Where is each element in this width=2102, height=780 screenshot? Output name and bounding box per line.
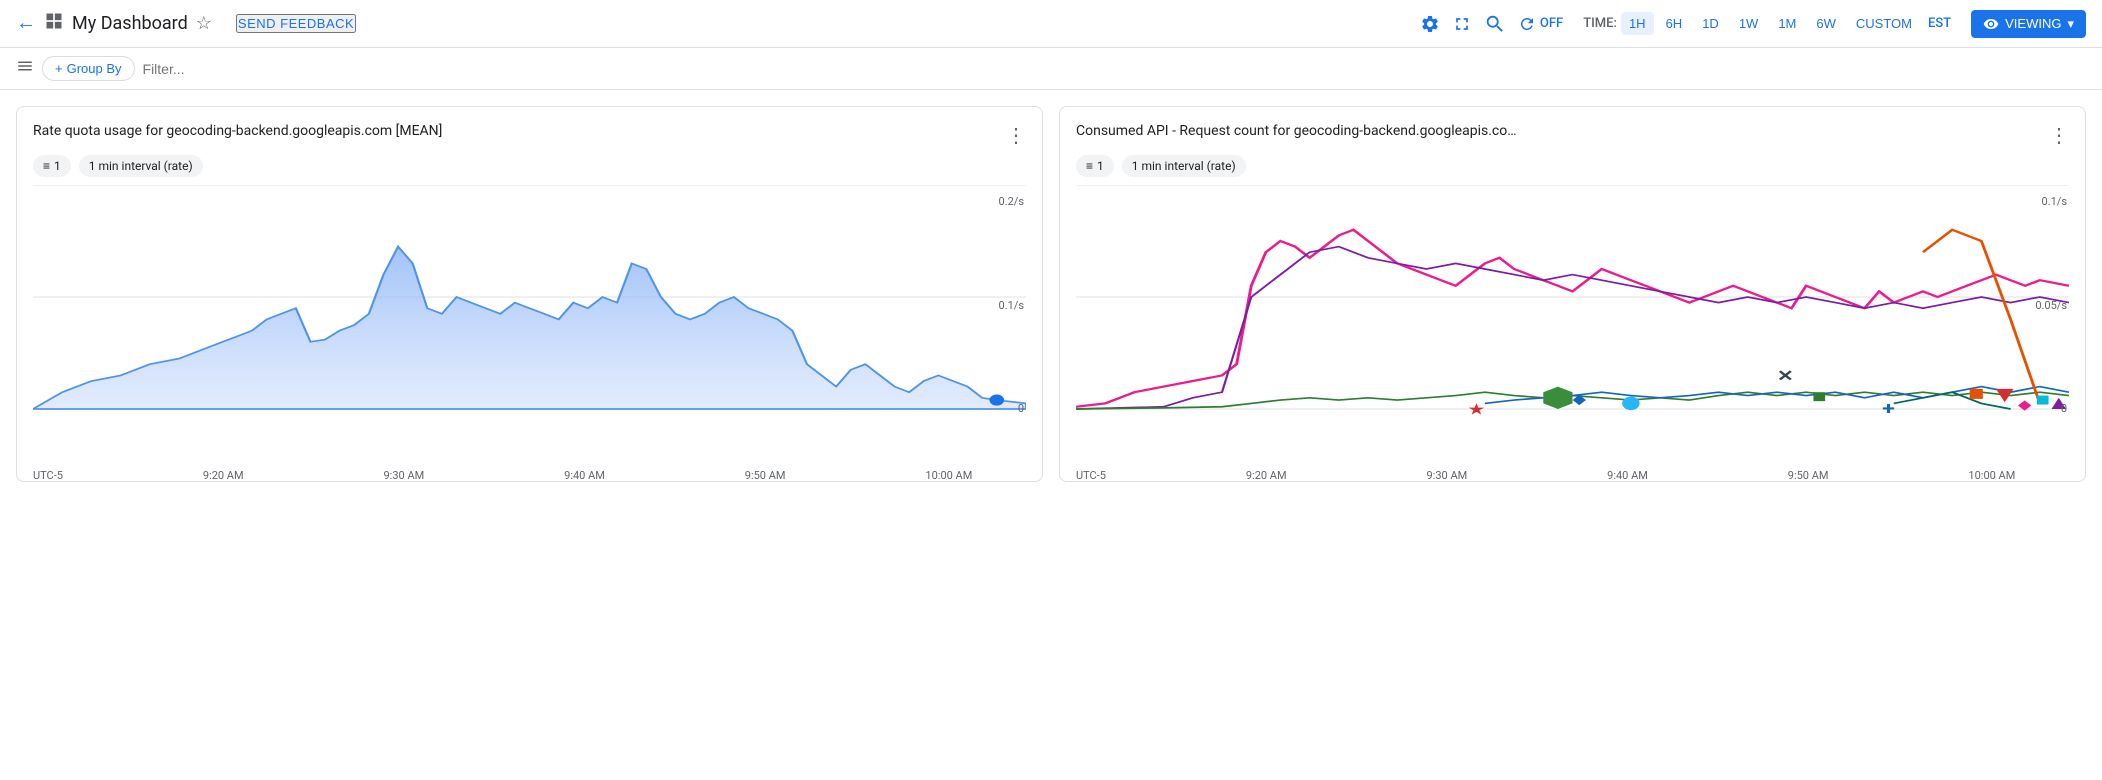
chart2-badge2-label: 1 min interval (rate) <box>1132 159 1236 173</box>
timezone-button[interactable]: EST <box>1928 16 1951 31</box>
chart2-x-930: 9:30 AM <box>1427 469 1468 482</box>
group-by-button[interactable]: + Group By <box>42 56 135 81</box>
chart2-badge1-icon: ≡ <box>1086 159 1093 173</box>
time-1w-button[interactable]: 1W <box>1731 12 1767 35</box>
chart2-interval-badge[interactable]: 1 min interval (rate) <box>1122 155 1246 177</box>
back-button[interactable]: ← <box>16 12 36 35</box>
chart1-badge2-label: 1 min interval (rate) <box>89 159 193 173</box>
chart2-x-940: 9:40 AM <box>1607 469 1648 482</box>
chart2-title: Consumed API - Request count for geocodi… <box>1076 123 1517 139</box>
group-by-plus: + <box>55 61 63 76</box>
chart2-x-1000: 10:00 AM <box>1968 469 2015 482</box>
settings-button[interactable] <box>1420 14 1440 34</box>
chart2-filter-badge[interactable]: ≡ 1 <box>1076 155 1114 177</box>
auto-refresh-toggle[interactable]: OFF <box>1518 15 1563 33</box>
chart2-x-utc: UTC-5 <box>1076 469 1106 482</box>
toolbar: + Group By <box>0 48 2102 90</box>
svg-text:★: ★ <box>1467 401 1485 419</box>
time-1d-button[interactable]: 1D <box>1694 12 1727 35</box>
time-1h-button[interactable]: 1H <box>1621 12 1654 35</box>
chart2-badge1-count: 1 <box>1097 159 1104 173</box>
chart2-area: ★ ◆ ✕ + ◆ <box>1076 185 2069 465</box>
auto-refresh-label: OFF <box>1540 16 1563 31</box>
viewing-button[interactable]: VIEWING ▾ <box>1971 10 2086 38</box>
search-button[interactable] <box>1484 13 1506 35</box>
chart1-x-920: 9:20 AM <box>203 469 244 482</box>
chart2-x-950: 9:50 AM <box>1788 469 1829 482</box>
dashboard-icon[interactable] <box>44 11 64 36</box>
filter-input[interactable] <box>143 61 2086 77</box>
time-6h-button[interactable]: 6H <box>1658 12 1691 35</box>
svg-text:✕: ✕ <box>1777 367 1794 385</box>
chart1-badge1-count: 1 <box>54 159 61 173</box>
time-custom-button[interactable]: CUSTOM <box>1848 12 1920 35</box>
chart1-area: UTC-5 9:20 AM 9:30 AM 9:40 AM 9:50 AM 10… <box>33 185 1026 465</box>
viewing-label: VIEWING <box>2005 16 2061 31</box>
chart2-badges: ≡ 1 1 min interval (rate) <box>1076 155 2069 177</box>
header-left: ← My Dashboard ☆ SEND FEEDBACK <box>16 11 1412 36</box>
page-title: My Dashboard <box>72 13 188 34</box>
send-feedback-button[interactable]: SEND FEEDBACK <box>236 14 356 33</box>
time-label: TIME: <box>1583 16 1617 31</box>
fullscreen-button[interactable] <box>1452 14 1472 34</box>
header-actions: OFF TIME: 1H 6H 1D 1W 1M 6W CUSTOM EST V… <box>1420 10 2086 38</box>
chart1-x-930: 9:30 AM <box>384 469 425 482</box>
chart-card-2: Consumed API - Request count for geocodi… <box>1059 106 2086 482</box>
chart1-interval-badge[interactable]: 1 min interval (rate) <box>79 155 203 177</box>
svg-text:◆: ◆ <box>1573 391 1588 406</box>
chart2-x-920: 9:20 AM <box>1246 469 1287 482</box>
chart1-header: Rate quota usage for geocoding-backend.g… <box>33 123 1026 147</box>
chart1-x-950: 9:50 AM <box>745 469 786 482</box>
star-icon[interactable]: ☆ <box>196 13 212 34</box>
chart1-x-utc: UTC-5 <box>33 469 63 482</box>
chart2-header: Consumed API - Request count for geocodi… <box>1076 123 2069 147</box>
time-6w-button[interactable]: 6W <box>1808 12 1844 35</box>
chart1-more-icon[interactable]: ⋮ <box>1006 123 1026 147</box>
svg-text:+: + <box>1882 399 1895 420</box>
time-1m-button[interactable]: 1M <box>1770 12 1804 35</box>
chart1-title: Rate quota usage for geocoding-backend.g… <box>33 123 442 139</box>
time-section: TIME: 1H 6H 1D 1W 1M 6W CUSTOM EST <box>1583 12 1951 35</box>
chart1-x-940: 9:40 AM <box>564 469 605 482</box>
group-by-label: Group By <box>67 61 122 76</box>
chart1-badge1-icon: ≡ <box>43 159 50 173</box>
menu-icon[interactable] <box>16 57 34 80</box>
header: ← My Dashboard ☆ SEND FEEDBACK OFF TIME:… <box>0 0 2102 48</box>
chart-card-1: Rate quota usage for geocoding-backend.g… <box>16 106 1043 482</box>
svg-text:◆: ◆ <box>2018 397 2033 412</box>
chart1-badges: ≡ 1 1 min interval (rate) <box>33 155 1026 177</box>
chart1-filter-badge[interactable]: ≡ 1 <box>33 155 71 177</box>
chart2-more-icon[interactable]: ⋮ <box>2049 123 2069 147</box>
main-content: Rate quota usage for geocoding-backend.g… <box>0 90 2102 498</box>
viewing-arrow-icon: ▾ <box>2067 16 2074 32</box>
chart1-x-1000: 10:00 AM <box>925 469 972 482</box>
